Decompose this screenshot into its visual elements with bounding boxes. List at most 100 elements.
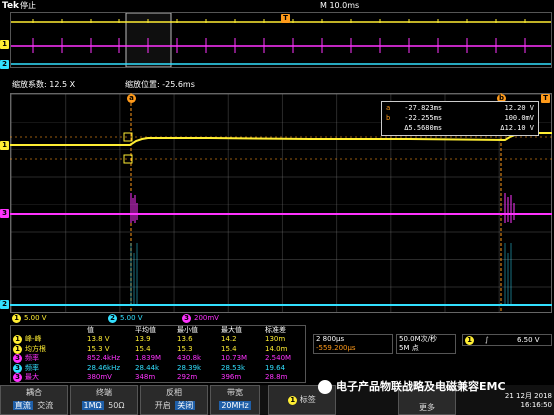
measurement-row[interactable]: 1 均方根 15.3 V 15.4 15.3 15.4 14.0m: [11, 344, 307, 354]
trigger-marker[interactable]: T: [541, 94, 550, 103]
zoom-ch2-burst-b: [504, 243, 512, 305]
header-value: 值: [87, 326, 94, 334]
measurement-name: 均方根: [25, 344, 46, 353]
measurement-cell: 2.540M: [265, 354, 292, 362]
trigger-readout[interactable]: 1 ∫ 6.50 V: [462, 334, 552, 346]
ch1-scale[interactable]: 5.00 V: [24, 314, 47, 323]
cursor-delta-time: Δ5.5680ms: [404, 124, 443, 132]
measurement-cell: 28.53k: [221, 363, 246, 372]
measurement-cell: 13.8 V: [87, 335, 110, 343]
run-state-label: 停止: [20, 1, 36, 10]
coupling-menu[interactable]: 耦合 直流 交流: [0, 385, 68, 415]
measurement-cell: 15.3 V: [87, 344, 110, 353]
zoom-factor-label: 缩放系数: 12.5 X: [12, 80, 76, 89]
measurement-row[interactable]: 3 频率 28.46kHz 28.44k 28.39k 28.53k 19.64: [11, 363, 307, 373]
header-mean: 平均值: [135, 326, 156, 334]
header-min: 最小值: [177, 326, 198, 334]
overview-ch1-marker[interactable]: 1: [0, 40, 9, 49]
cursor-row-delta: Δ5.5680ms Δ12.10 V: [386, 124, 536, 133]
measurement-row[interactable]: 3 最大 380mV 348m 292m 396m 28.8m: [11, 373, 307, 382]
cursor-row-a: a -27.823ms 12.20 V: [386, 104, 536, 113]
header-max: 最大值: [221, 326, 242, 334]
measurement-cell: 130m: [265, 335, 286, 343]
measurement-cell: 13.6: [177, 335, 193, 343]
measurement-cell: 13.9: [135, 335, 151, 343]
measurement-cell: 14.0m: [265, 344, 288, 353]
cursor-readout-box[interactable]: a -27.823ms 12.20 V b -22.255ms 100.0mV …: [381, 101, 539, 136]
ch1-ground-marker[interactable]: 1: [0, 141, 9, 150]
measurement-cell: 28.39k: [177, 363, 202, 372]
ch2-scale-badge[interactable]: 2: [108, 314, 117, 323]
header-stddev: 标准差: [265, 326, 286, 334]
label-channel-badge: 1: [288, 396, 298, 405]
measurement-cell: 380mV: [87, 373, 112, 381]
measurement-cell: 10.73M: [221, 354, 248, 362]
measurement-name: 频率: [25, 354, 39, 362]
measurement-name: 频率: [25, 363, 39, 372]
cursor-a-time: -27.823ms: [404, 104, 443, 112]
ch3-ground-marker[interactable]: 3: [0, 209, 9, 218]
overview-panel: T: [10, 12, 552, 68]
record-length: 5M 点: [399, 344, 419, 352]
coupling-title: 耦合: [26, 388, 42, 397]
termination-menu[interactable]: 终端 1MΩ 50Ω: [70, 385, 138, 415]
cursor-row-b: b -22.255ms 100.0mV: [386, 114, 536, 123]
horizontal-readout[interactable]: 2 800μs -559.200μs: [313, 334, 393, 354]
measurement-cell: 852.4kHz: [87, 354, 121, 362]
ch3-scale-badge[interactable]: 3: [182, 314, 191, 323]
invert-on-option[interactable]: 开启: [153, 401, 173, 410]
bandwidth-value[interactable]: 20MHz: [219, 401, 251, 410]
cursor-a-value: 12.20 V: [504, 104, 534, 112]
termination-title: 终端: [96, 388, 112, 397]
ch1-scale-badge[interactable]: 1: [12, 314, 21, 323]
measurement-cell: 292m: [177, 373, 198, 381]
bandwidth-menu[interactable]: 带宽 20MHz: [210, 385, 260, 415]
coupling-dc-option[interactable]: 直流: [12, 401, 33, 410]
measurement-name: 峰-峰: [25, 335, 42, 343]
measurement-channel-badge: 1: [13, 344, 22, 354]
trigger-slope-icon: ∫: [485, 336, 489, 344]
sample-readout[interactable]: 50.0M次/秒 5M 点: [396, 334, 456, 354]
cursor-b-icon: b: [386, 114, 391, 122]
measurement-row[interactable]: 1 峰-峰 13.8 V 13.9 13.6 14.2 130m: [11, 335, 307, 344]
ch2-scale[interactable]: 5.00 V: [120, 314, 143, 323]
sample-rate: 50.0M次/秒: [399, 335, 437, 343]
ch3-scale[interactable]: 200mV: [194, 314, 219, 323]
invert-menu[interactable]: 反相 开启 关闭: [140, 385, 208, 415]
ch2-ground-marker[interactable]: 2: [0, 300, 9, 309]
coupling-ac-option[interactable]: 交流: [35, 401, 55, 410]
time-label: 16:16:50: [520, 401, 552, 409]
measurement-name: 最大: [25, 373, 39, 381]
trigger-level: 6.50 V: [517, 336, 540, 344]
cursor-delta-value: Δ12.10 V: [500, 124, 534, 132]
header-bar: Tek 停止 M 10.0ms: [0, 0, 554, 12]
zoom-ch3-burst-b: [504, 193, 515, 223]
watermark-text: 电子产品物联战略及电磁兼容EMC: [336, 380, 506, 393]
measurement-cell: 1.839M: [135, 354, 162, 362]
more-label: 更多: [419, 403, 435, 412]
termination-50-option[interactable]: 50Ω: [106, 401, 126, 410]
measurement-header: 值 平均值 最小值 最大值 标准差: [11, 326, 307, 335]
measurement-cell: 15.4: [135, 344, 151, 353]
measurement-channel-badge: 1: [13, 335, 22, 344]
measurement-cell: 28.8m: [265, 373, 288, 381]
cursor-a-marker[interactable]: a: [127, 94, 136, 103]
overview-trigger-marker[interactable]: T: [281, 14, 290, 23]
termination-1m-option[interactable]: 1MΩ: [81, 401, 104, 410]
measurement-cell: 15.4: [221, 344, 237, 353]
measurement-channel-badge: 3: [13, 373, 22, 382]
measurement-cell: 430.8k: [177, 354, 202, 362]
brand-label: Tek: [2, 1, 20, 11]
measurement-cell: 396m: [221, 373, 242, 381]
measurement-table[interactable]: 值 平均值 最小值 最大值 标准差 1 峰-峰 13.8 V 13.9 13.6 14.2…: [10, 325, 306, 383]
datetime-display: 21 12月 2018 16:16:50: [496, 392, 552, 410]
zoom-ch3-burst-a: [130, 193, 138, 223]
measurement-cell: 19.64: [265, 363, 286, 372]
measurement-row[interactable]: 3 频率 852.4kHz 1.839M 430.8k 10.73M 2.540M: [11, 354, 307, 363]
measurement-channel-badge: 3: [13, 363, 22, 373]
timebase-label: M 10.0ms: [320, 1, 360, 10]
overview-ch2-marker[interactable]: 2: [0, 60, 9, 69]
invert-off-option[interactable]: 关闭: [175, 401, 196, 410]
measurement-cell: 15.3: [177, 344, 193, 353]
invert-title: 反相: [166, 388, 182, 397]
